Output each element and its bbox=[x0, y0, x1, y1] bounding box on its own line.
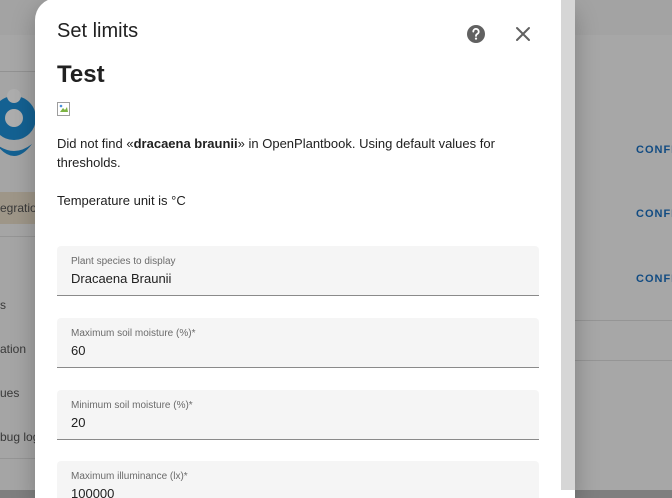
dialog-content: Test Did not find «dracaena braunii» in … bbox=[57, 60, 539, 210]
broken-image-icon bbox=[57, 102, 71, 116]
species-display-field[interactable]: Plant species to display Dracaena Brauni… bbox=[57, 246, 539, 296]
species-not-found-message: Did not find «dracaena braunii» in OpenP… bbox=[57, 134, 539, 172]
set-limits-dialog: Set limits Test Did not find «dracaena b… bbox=[35, 0, 575, 498]
message-prefix: Did not find « bbox=[57, 136, 134, 151]
field-label: Maximum soil moisture (%)* bbox=[71, 328, 196, 339]
temperature-unit-text: Temperature unit is °C bbox=[57, 193, 186, 208]
field-label: Maximum illuminance (lx)* bbox=[71, 471, 188, 482]
max-illuminance-field[interactable]: Maximum illuminance (lx)* 100000 bbox=[57, 461, 539, 498]
min-soil-moisture-field[interactable]: Minimum soil moisture (%)* 20 bbox=[57, 390, 539, 440]
max-soil-moisture-input[interactable]: 60 bbox=[71, 343, 521, 358]
dialog-scrollbar[interactable] bbox=[561, 0, 575, 490]
help-button[interactable] bbox=[465, 23, 487, 45]
min-soil-moisture-input[interactable]: 20 bbox=[71, 415, 521, 430]
species-display-input[interactable]: Dracaena Braunii bbox=[71, 271, 521, 286]
close-button[interactable] bbox=[511, 22, 535, 46]
max-illuminance-input[interactable]: 100000 bbox=[71, 486, 521, 498]
field-label: Minimum soil moisture (%)* bbox=[71, 400, 193, 411]
max-soil-moisture-field[interactable]: Maximum soil moisture (%)* 60 bbox=[57, 318, 539, 368]
plant-heading: Test bbox=[57, 61, 105, 88]
dialog-title: Set limits bbox=[57, 20, 139, 42]
close-icon bbox=[516, 27, 530, 41]
help-circle-icon bbox=[467, 25, 485, 43]
field-label: Plant species to display bbox=[71, 256, 176, 267]
message-species: dracaena braunii bbox=[133, 136, 238, 151]
